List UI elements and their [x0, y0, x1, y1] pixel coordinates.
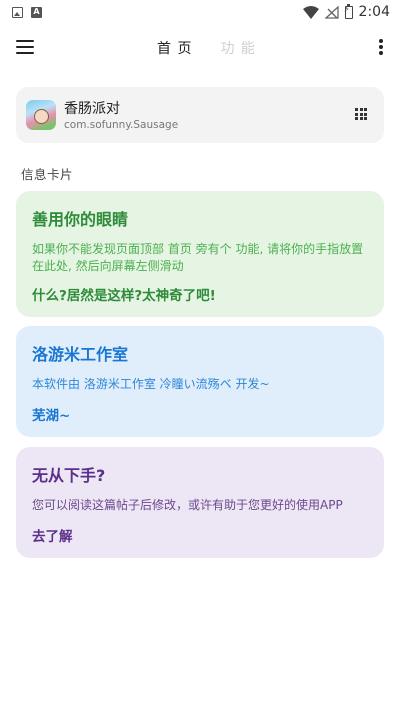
- status-right-icons: 2:04: [302, 3, 390, 20]
- no-signal-icon: [324, 5, 339, 19]
- learn-more-link[interactable]: 去了解: [32, 525, 73, 545]
- card-body: 本软件由 洛游米工作室 冷瞳い流殇ベ 开发~: [32, 377, 270, 391]
- card-footer: 什么?居然是这样?太神奇了吧!: [32, 288, 216, 304]
- info-card-studio[interactable]: 洛游米工作室 本软件由 洛游米工作室 冷瞳い流殇ベ 开发~ 芜湖~: [16, 326, 384, 437]
- card-footer: 芜湖~: [32, 408, 71, 424]
- status-bar: A 2:04: [0, 0, 400, 24]
- letter-a-icon: A: [31, 6, 42, 18]
- wifi-icon: [302, 5, 319, 19]
- tab-features[interactable]: 功 能: [220, 38, 255, 58]
- card-title: 洛游米工作室: [32, 345, 129, 364]
- menu-icon[interactable]: [16, 40, 34, 54]
- app-package-name: com.sofunny.Sausage: [64, 119, 179, 131]
- tab-bar: 首 页 功 能: [157, 38, 256, 58]
- info-card-help[interactable]: 无从下手? 您可以阅读这篇帖子后修改，或许有助于您更好的使用APP 去了解: [16, 447, 384, 558]
- grid-icon[interactable]: [355, 108, 367, 120]
- top-app-bar: 首 页 功 能: [0, 28, 400, 68]
- status-time: 2:04: [358, 4, 390, 20]
- selected-app-card[interactable]: 香肠派对 com.sofunny.Sausage: [16, 87, 384, 143]
- tab-home[interactable]: 首 页: [157, 38, 192, 58]
- card-body: 如果你不能发现页面顶部 首页 旁有个 功能, 请将你的手指放置在此处, 然后向屏…: [32, 242, 364, 273]
- app-icon: [26, 100, 56, 130]
- app-name: 香肠派对: [64, 101, 120, 117]
- more-options-icon[interactable]: [378, 39, 384, 55]
- image-icon: [12, 6, 23, 18]
- battery-charging-icon: [344, 3, 353, 19]
- card-title: 无从下手?: [32, 466, 106, 485]
- status-left-icons: A: [12, 6, 42, 18]
- section-title: 信息卡片: [21, 167, 74, 182]
- card-title: 善用你的眼睛: [32, 210, 129, 229]
- card-body: 您可以阅读这篇帖子后修改，或许有助于您更好的使用APP: [32, 498, 343, 512]
- info-card-tip[interactable]: 善用你的眼睛 如果你不能发现页面顶部 首页 旁有个 功能, 请将你的手指放置在此…: [16, 191, 384, 317]
